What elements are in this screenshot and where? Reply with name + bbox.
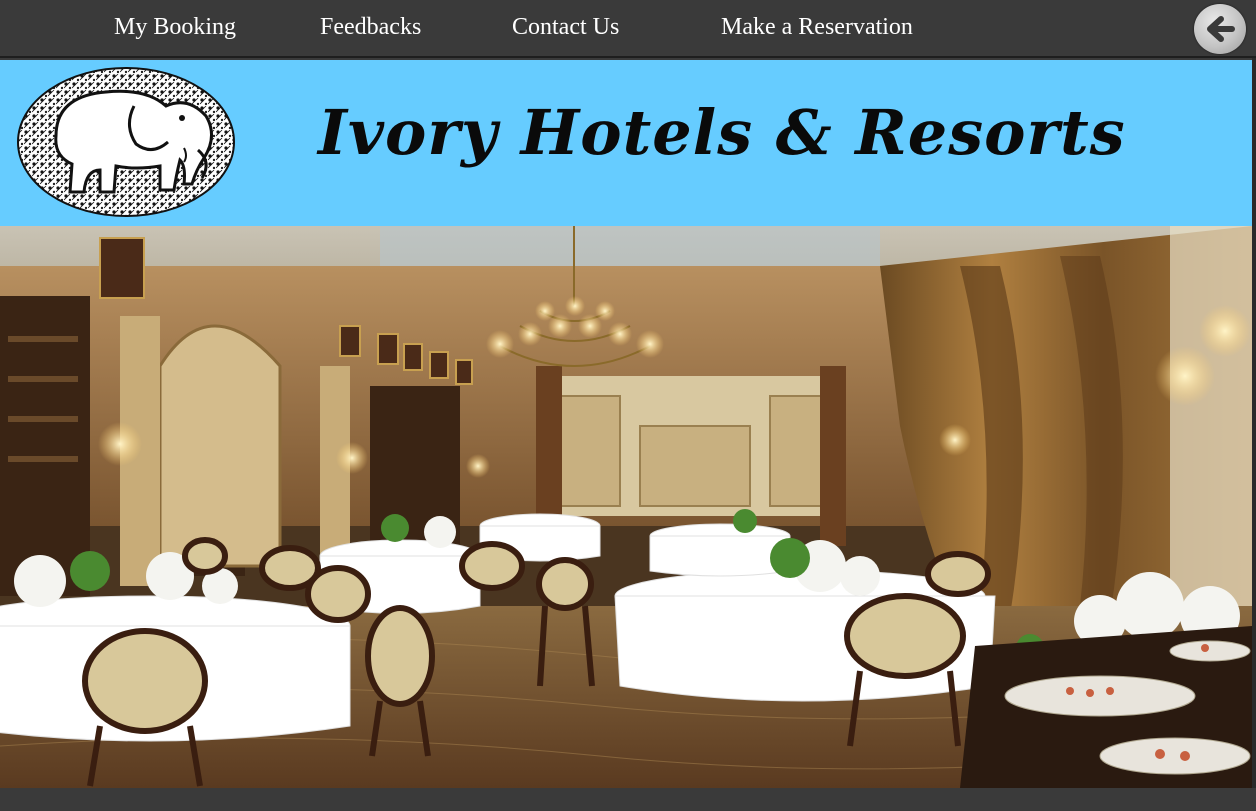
nav-feedbacks[interactable]: Feedbacks bbox=[320, 12, 421, 42]
nav-my-booking[interactable]: My Booking bbox=[114, 12, 236, 42]
arrow-left-icon bbox=[1207, 16, 1235, 42]
window-edge bbox=[1252, 58, 1256, 788]
hero-image bbox=[0, 226, 1252, 788]
elephant-logo bbox=[16, 66, 236, 218]
footer-bar bbox=[0, 788, 1256, 811]
nav-make-reservation[interactable]: Make a Reservation bbox=[721, 12, 913, 42]
nav-contact-us[interactable]: Contact Us bbox=[512, 12, 619, 42]
header-banner: Ivory Hotels & Resorts bbox=[0, 60, 1252, 226]
brand-title: Ivory Hotels & Resorts bbox=[318, 96, 1126, 169]
back-button[interactable] bbox=[1194, 4, 1246, 54]
top-navbar: My Booking Feedbacks Contact Us Make a R… bbox=[0, 0, 1256, 58]
